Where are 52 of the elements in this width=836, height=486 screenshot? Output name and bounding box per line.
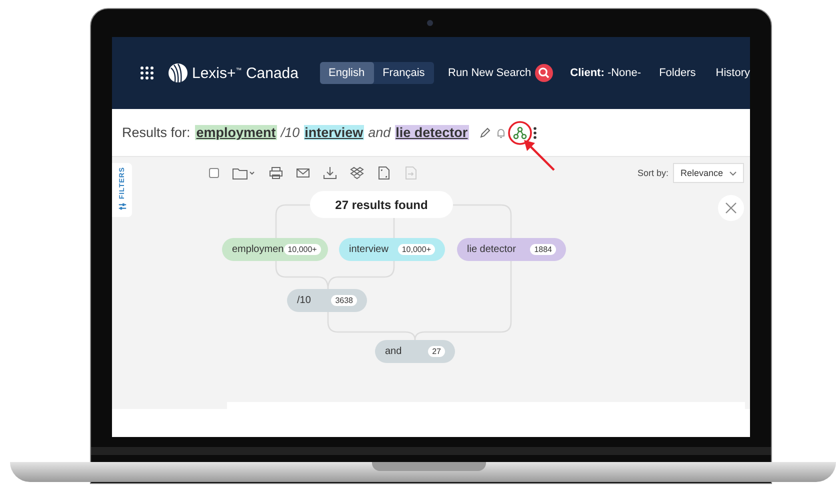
- bell-icon[interactable]: [494, 126, 507, 138]
- language-tab[interactable]: Français: [374, 62, 434, 84]
- node-label: employmen: [232, 244, 284, 255]
- nav-link[interactable]: History: [716, 67, 750, 79]
- node-label: /10: [297, 295, 311, 306]
- node-label: interview: [349, 244, 388, 255]
- search-operator: and: [368, 125, 391, 140]
- search-operator: /10: [280, 125, 300, 140]
- term-node[interactable]: employmen 10,000+: [222, 238, 328, 261]
- count-badge: 10,000+: [398, 244, 435, 255]
- hierarchy-icon[interactable]: [512, 126, 527, 140]
- results-count-node: 27 results found: [310, 191, 453, 218]
- client-link[interactable]: Client: -None-: [570, 67, 642, 79]
- count-badge: 10,000+: [284, 244, 321, 255]
- close-icon: [725, 202, 737, 214]
- sort-dropdown[interactable]: Relevance: [673, 163, 744, 183]
- search-term: lie detector: [394, 125, 469, 140]
- highlight-circle: [508, 120, 532, 144]
- print-icon[interactable]: [269, 166, 283, 180]
- search-term: employment: [195, 125, 277, 140]
- search-icon[interactable]: [535, 64, 554, 82]
- pencil-icon[interactable]: [478, 126, 491, 138]
- nav-link[interactable]: Folders: [659, 67, 696, 79]
- arrow: [522, 138, 556, 172]
- select-all-checkbox[interactable]: [209, 168, 219, 178]
- results-for-label: Results for:: [122, 125, 190, 140]
- term-node[interactable]: /10 3638: [287, 289, 367, 312]
- language-tab[interactable]: English: [320, 62, 374, 84]
- term-node[interactable]: and 27: [375, 340, 455, 363]
- sort-by-label: Sort by:: [637, 168, 668, 178]
- camera-icon: [427, 20, 433, 26]
- email-icon[interactable]: [296, 166, 310, 180]
- node-label: and: [385, 346, 402, 357]
- term-node[interactable]: interview 10,000+: [339, 238, 445, 261]
- count-badge: 27: [428, 346, 445, 357]
- apps-grid-icon[interactable]: [140, 66, 154, 80]
- folder-icon[interactable]: [232, 166, 256, 180]
- box-stack-icon[interactable]: [350, 166, 364, 180]
- search-term: interview: [304, 125, 364, 140]
- count-badge: 1884: [530, 244, 556, 255]
- close-button[interactable]: [718, 195, 744, 221]
- count-badge: 3638: [331, 295, 357, 306]
- term-node[interactable]: lie detector 1884: [457, 238, 566, 261]
- run-new-search-link[interactable]: Run New Search: [448, 67, 532, 79]
- download-icon[interactable]: [323, 166, 337, 180]
- document-icon[interactable]: [377, 166, 391, 180]
- more-icon[interactable]: [532, 126, 537, 140]
- node-label: lie detector: [467, 244, 516, 255]
- logo-icon: [167, 62, 189, 84]
- logo-text: Lexis+$^{™}$ Canada: [192, 64, 298, 82]
- sliders-icon: [118, 202, 126, 212]
- caret-icon: [729, 170, 737, 176]
